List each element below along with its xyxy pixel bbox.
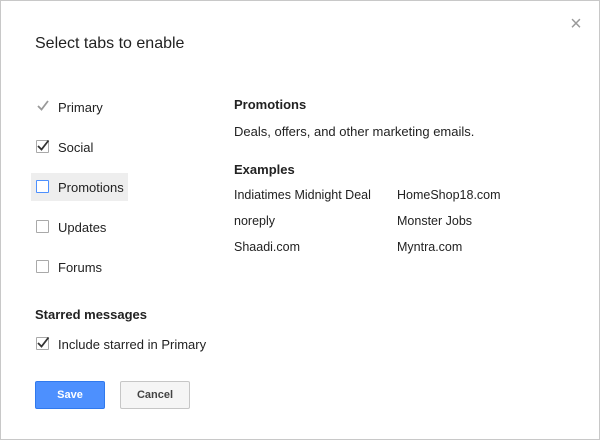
tab-label-updates: Updates bbox=[58, 219, 107, 235]
tab-option-primary: Primary bbox=[31, 93, 103, 121]
tab-label-primary: Primary bbox=[58, 99, 103, 115]
checkmark-icon bbox=[37, 100, 49, 111]
close-icon[interactable]: × bbox=[567, 14, 585, 34]
checkmark-icon bbox=[37, 139, 50, 151]
details-heading: Promotions bbox=[234, 97, 307, 112]
example-item: HomeShop18.com bbox=[397, 188, 501, 202]
example-item: noreply bbox=[234, 214, 275, 228]
starred-option[interactable]: Include starred in Primary bbox=[31, 330, 206, 358]
include-starred-label: Include starred in Primary bbox=[58, 336, 207, 352]
example-item: Myntra.com bbox=[397, 240, 463, 254]
checkbox-box bbox=[36, 220, 49, 233]
starred-messages-heading: Starred messages bbox=[35, 307, 148, 322]
checkbox-forums[interactable] bbox=[36, 260, 50, 274]
example-item: Monster Jobs bbox=[397, 214, 473, 228]
tab-option-forums[interactable]: Forums bbox=[31, 253, 102, 281]
tab-option-social[interactable]: Social bbox=[31, 133, 93, 161]
checkbox-updates[interactable] bbox=[36, 220, 50, 234]
example-item: Shaadi.com bbox=[234, 240, 301, 254]
tab-option-promotions[interactable]: Promotions bbox=[31, 173, 128, 201]
select-tabs-dialog: Select tabs to enable × Primary Social P… bbox=[0, 0, 600, 440]
checkbox-social[interactable] bbox=[36, 139, 50, 154]
tab-label-promotions: Promotions bbox=[58, 179, 124, 195]
details-description: Deals, offers, and other marketing email… bbox=[234, 124, 475, 139]
checkbox-box bbox=[36, 180, 49, 193]
example-item: Indiatimes Midnight Deal bbox=[234, 188, 371, 202]
checkbox-box bbox=[36, 260, 49, 273]
checkbox-include-starred[interactable] bbox=[36, 336, 50, 351]
checkbox-promotions[interactable] bbox=[36, 180, 50, 194]
cancel-button[interactable]: Cancel bbox=[120, 381, 190, 409]
examples-heading: Examples bbox=[234, 162, 295, 177]
tab-label-social: Social bbox=[58, 139, 94, 155]
dialog-title: Select tabs to enable bbox=[35, 35, 185, 52]
checkbox-primary bbox=[36, 100, 50, 114]
checkmark-icon bbox=[37, 336, 50, 348]
save-button[interactable]: Save bbox=[35, 381, 105, 409]
tab-label-forums: Forums bbox=[58, 259, 103, 275]
tab-option-updates[interactable]: Updates bbox=[31, 213, 106, 241]
